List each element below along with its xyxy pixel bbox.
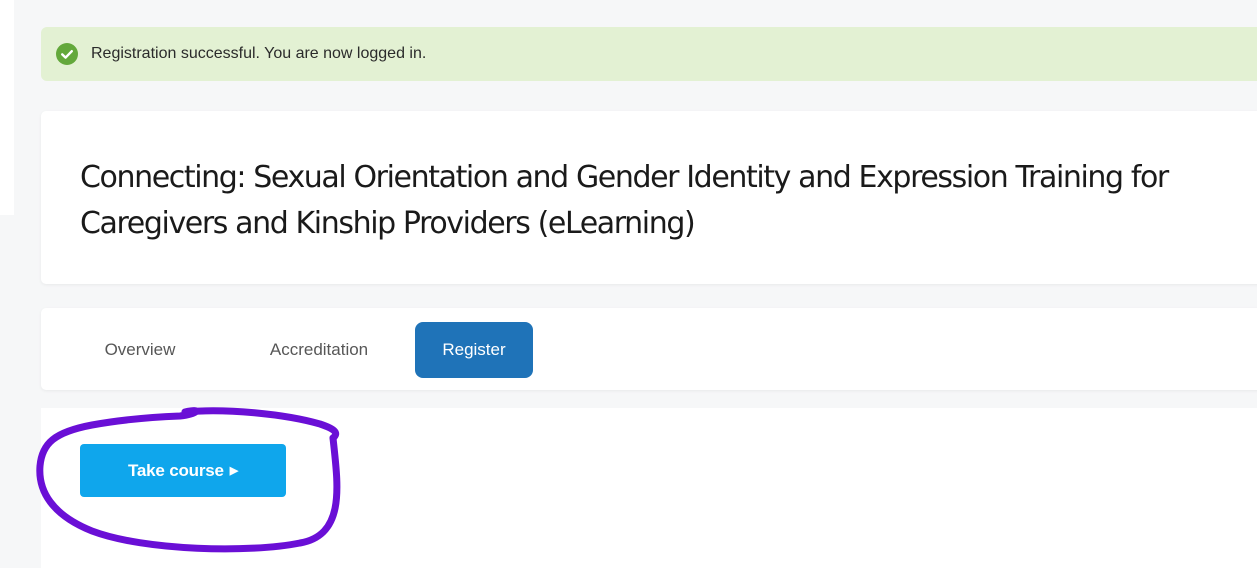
alert-message: Registration successful. You are now log… — [91, 45, 427, 62]
tab-accreditation[interactable]: Accreditation — [239, 322, 399, 378]
tab-register[interactable]: Register — [415, 322, 533, 378]
course-header-card: Connecting: Sexual Orientation and Gende… — [41, 111, 1257, 284]
caret-right-icon: ▶ — [229, 465, 239, 477]
tab-overview[interactable]: Overview — [81, 322, 199, 378]
success-alert: Registration successful. You are now log… — [41, 27, 1257, 81]
course-tabs: Overview Accreditation Register — [41, 308, 1257, 390]
course-title: Connecting: Sexual Orientation and Gende… — [80, 160, 1169, 241]
left-edge-panel — [0, 0, 14, 215]
take-course-button[interactable]: Take course ▶ — [80, 444, 286, 497]
take-course-label: Take course — [127, 461, 224, 480]
check-circle-icon — [56, 43, 78, 65]
